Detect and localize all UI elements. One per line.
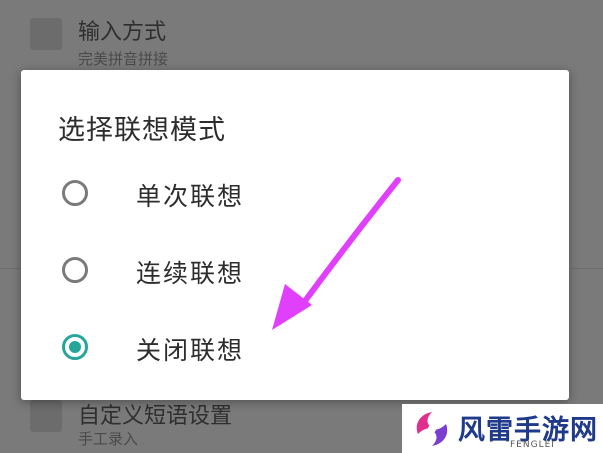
- watermark-subtitle: FENGLEI: [510, 440, 555, 450]
- annotation-arrow-icon: [272, 177, 401, 330]
- watermark: 风雷手游网 FENGLEI: [402, 404, 603, 453]
- fenglei-logo-icon: [416, 412, 448, 446]
